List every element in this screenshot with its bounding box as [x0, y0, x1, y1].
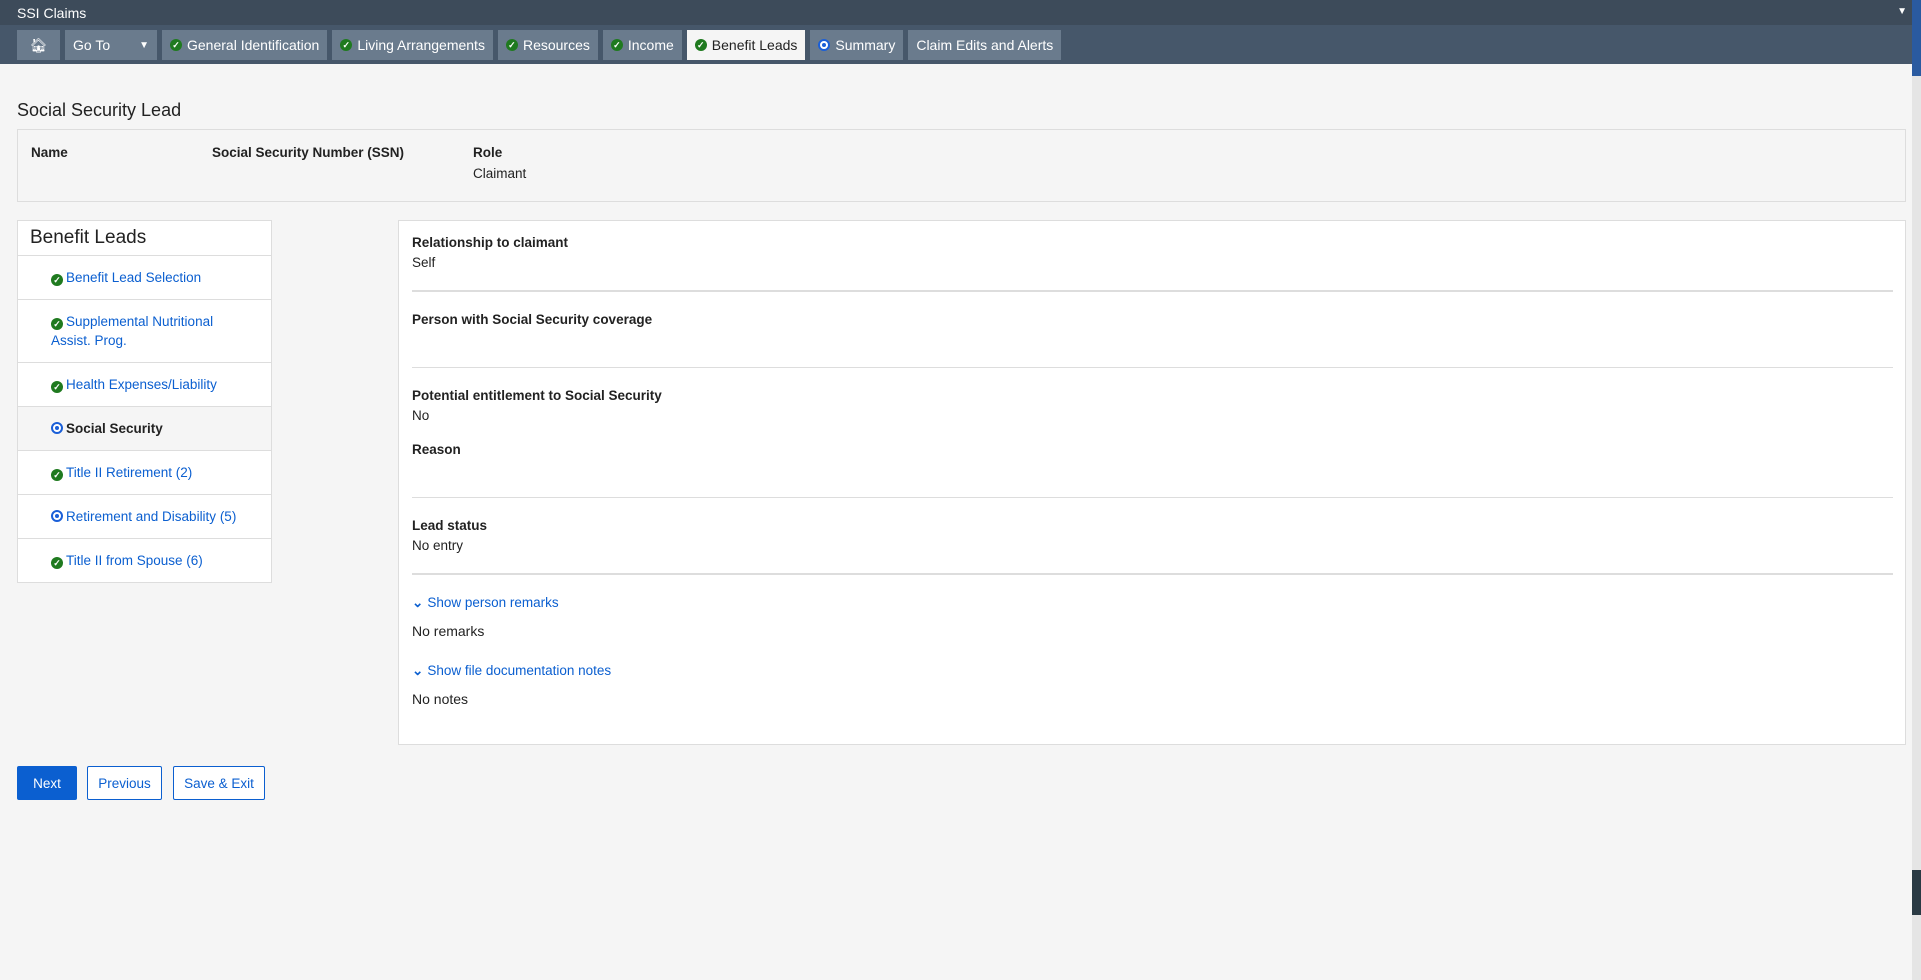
- tab-label: Claim Edits and Alerts: [916, 37, 1054, 53]
- tab-benefit-leads[interactable]: ✓ Benefit Leads: [686, 30, 806, 60]
- in-progress-icon: [51, 422, 63, 434]
- divider: [412, 290, 1893, 292]
- check-icon: ✓: [51, 318, 63, 330]
- name-label: Name: [31, 145, 68, 160]
- check-icon: ✓: [505, 39, 518, 51]
- show-person-remarks-link[interactable]: ⌄ Show person remarks: [412, 595, 1891, 611]
- benefit-leads-heading: Benefit Leads: [18, 221, 271, 256]
- next-button[interactable]: Next: [17, 766, 77, 800]
- link-label: Show person remarks: [427, 595, 559, 610]
- lead-status-value: No entry: [412, 538, 464, 553]
- reason-value: [412, 462, 1891, 478]
- ssn-label: Social Security Number (SSN): [212, 145, 405, 160]
- tab-income[interactable]: ✓ Income: [602, 30, 682, 60]
- person-info-box: Name Social Security Number (SSN) Role Cl…: [17, 129, 1906, 202]
- benefit-leads-nav: Benefit Leads ✓ Benefit Lead Selection ✓ S…: [17, 220, 272, 583]
- nav-item-title-ii-spouse[interactable]: ✓ Title II from Spouse (6): [18, 539, 271, 582]
- relationship-label: Relationship to claimant: [412, 235, 569, 250]
- page-title: Social Security Lead: [17, 100, 182, 120]
- app-title-bar: SSI Claims ▼: [0, 0, 1921, 25]
- tab-label: Summary: [835, 37, 896, 53]
- check-icon: ✓: [51, 381, 63, 393]
- tab-label: Income: [627, 37, 674, 53]
- nav-item-label: Benefit Lead Selection: [66, 270, 202, 285]
- notes-value: No notes: [412, 691, 469, 707]
- nav-item-label: Title II from Spouse (6): [66, 553, 203, 568]
- check-icon: ✓: [51, 469, 63, 481]
- nav-item-benefit-lead-selection[interactable]: ✓ Benefit Lead Selection: [18, 256, 271, 300]
- show-file-notes-link[interactable]: ⌄ Show file documentation notes: [412, 663, 1891, 679]
- divider: [412, 573, 1893, 575]
- relationship-value: Self: [412, 255, 436, 270]
- home-button[interactable]: 🏠︎: [17, 30, 60, 60]
- tab-summary[interactable]: Summary: [810, 30, 904, 60]
- coverage-label: Person with Social Security coverage: [412, 312, 653, 327]
- nav-item-label: Supplemental Nutritional Assist. Prog.: [51, 314, 214, 348]
- goto-label: Go To: [73, 37, 111, 53]
- coverage-value: [412, 332, 1891, 348]
- tab-claim-edits[interactable]: Claim Edits and Alerts: [908, 30, 1062, 60]
- entitlement-value: No: [412, 408, 430, 423]
- divider: [412, 497, 1893, 498]
- nav-item-label: Retirement and Disability (5): [66, 509, 237, 524]
- check-icon: ✓: [340, 39, 353, 51]
- home-icon: 🏠︎: [29, 36, 48, 53]
- nav-item-health-expenses[interactable]: ✓ Health Expenses/Liability: [18, 363, 271, 407]
- check-icon: ✓: [170, 39, 182, 51]
- tab-label: Benefit Leads: [711, 37, 798, 53]
- nav-item-label: Health Expenses/Liability: [66, 377, 217, 392]
- tab-label: Resources: [522, 37, 590, 53]
- tab-general-identification[interactable]: ✓ General Identification: [162, 30, 328, 60]
- main-nav: 🏠︎ Go To ▼ ✓ General Identification ✓ Livin…: [0, 25, 1921, 64]
- check-icon: ✓: [51, 274, 63, 286]
- save-exit-button[interactable]: Save & Exit: [173, 766, 265, 800]
- previous-button[interactable]: Previous: [87, 766, 162, 800]
- chevron-down-icon: ⌄: [412, 663, 424, 678]
- lead-status-label: Lead status: [412, 518, 488, 533]
- divider: [412, 367, 1893, 368]
- reason-label: Reason: [412, 442, 461, 457]
- side-panel-edge: [1912, 0, 1921, 980]
- nav-item-snap[interactable]: ✓ Supplemental Nutritional Assist. Prog.: [18, 300, 271, 363]
- link-label: Show file documentation notes: [427, 663, 612, 678]
- check-icon: ✓: [694, 39, 707, 51]
- role-label: Role: [473, 145, 503, 160]
- entitlement-label: Potential entitlement to Social Security: [412, 388, 662, 403]
- tab-living-arrangements[interactable]: ✓ Living Arrangements: [332, 30, 493, 60]
- in-progress-icon: [51, 510, 63, 522]
- tab-label: Living Arrangements: [357, 37, 485, 53]
- app-title: SSI Claims: [17, 5, 87, 21]
- chevron-down-icon: ▼: [139, 39, 149, 51]
- nav-item-title-ii-retirement[interactable]: ✓ Title II Retirement (2): [18, 451, 271, 495]
- chevron-down-icon: ⌄: [412, 595, 424, 610]
- check-icon: ✓: [610, 39, 623, 51]
- lead-details-panel: Relationship to claimant Self Person with…: [398, 220, 1906, 745]
- tab-label: General Identification: [187, 37, 320, 53]
- nav-item-retirement-disability[interactable]: Retirement and Disability (5): [18, 495, 271, 539]
- nav-item-label: Social Security: [66, 421, 163, 436]
- goto-dropdown[interactable]: Go To ▼: [65, 30, 157, 60]
- menu-caret-icon[interactable]: ▼: [1897, 6, 1907, 17]
- nav-item-label: Title II Retirement (2): [66, 465, 193, 480]
- remarks-value: No remarks: [412, 623, 485, 639]
- check-icon: ✓: [51, 557, 63, 569]
- in-progress-icon: [818, 39, 831, 51]
- nav-item-social-security[interactable]: Social Security: [18, 407, 271, 451]
- tab-resources[interactable]: ✓ Resources: [497, 30, 598, 60]
- role-value: Claimant: [473, 166, 527, 181]
